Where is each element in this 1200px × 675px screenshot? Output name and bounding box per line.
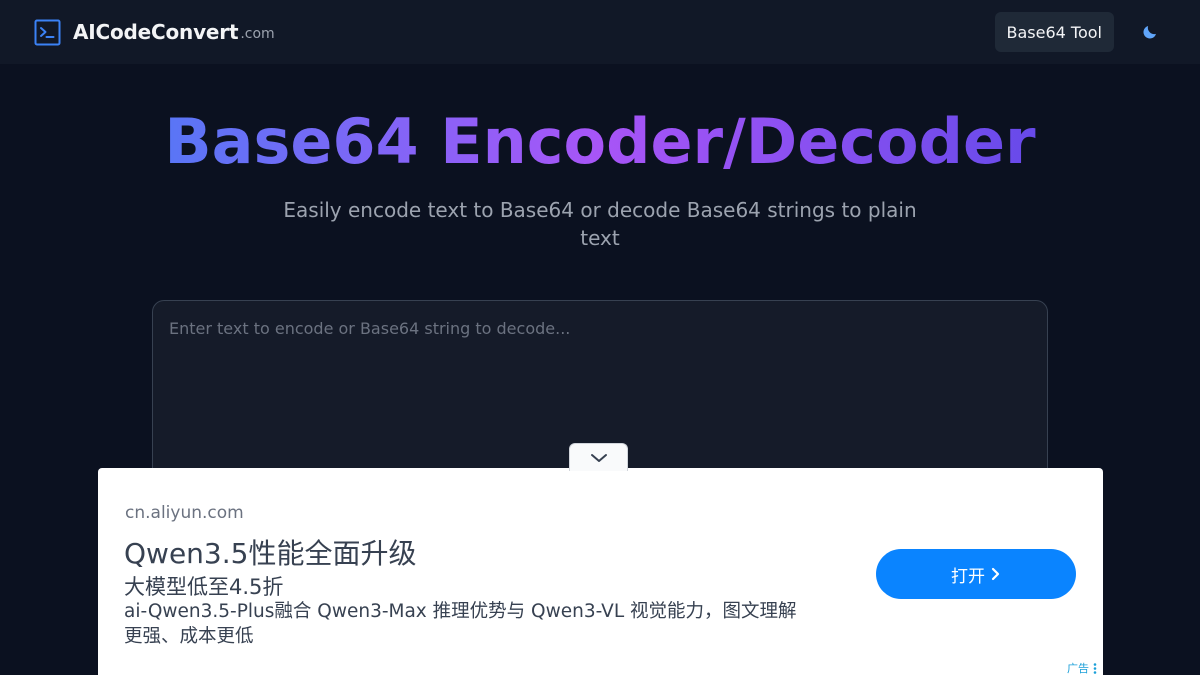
ad-domain: cn.aliyun.com xyxy=(125,503,244,523)
ad-open-label: 打开 xyxy=(951,566,985,587)
chevron-down-icon xyxy=(590,453,607,462)
ad-subheadline: 大模型低至4.5折 xyxy=(124,575,284,599)
ad-description: ai-Qwen3.5-Plus融合 Qwen3-Max 推理优势与 Qwen3-… xyxy=(124,601,797,647)
theme-toggle-button[interactable] xyxy=(1136,18,1164,46)
ad-badge[interactable]: 广告 xyxy=(1067,660,1097,675)
top-navbar: AICodeConvert .com Base64 Tool xyxy=(0,0,1200,64)
brand-logo[interactable]: AICodeConvert .com xyxy=(34,19,275,46)
ad-banner[interactable]: cn.aliyun.com Qwen3.5性能全面升级 大模型低至4.5折 ai… xyxy=(98,468,1103,675)
brand-name: AICodeConvert xyxy=(73,20,239,44)
ad-open-button[interactable]: 打开 xyxy=(876,549,1076,599)
base64-tool-link[interactable]: Base64 Tool xyxy=(994,12,1114,52)
page-subtitle: Easily encode text to Base64 or decode B… xyxy=(283,198,917,250)
ad-headline[interactable]: Qwen3.5性能全面升级 xyxy=(124,532,416,572)
terminal-icon xyxy=(34,19,61,46)
more-vertical-icon xyxy=(1093,662,1097,674)
nav-actions: Base64 Tool xyxy=(994,12,1164,52)
ad-badge-label: 广告 xyxy=(1067,662,1089,675)
brand-tld: .com xyxy=(240,26,275,42)
page-title: Base64 Encoder/Decoder xyxy=(0,104,1200,180)
moon-icon xyxy=(1143,26,1156,39)
chevron-right-icon xyxy=(991,567,1000,581)
ad-collapse-button[interactable] xyxy=(569,443,628,471)
